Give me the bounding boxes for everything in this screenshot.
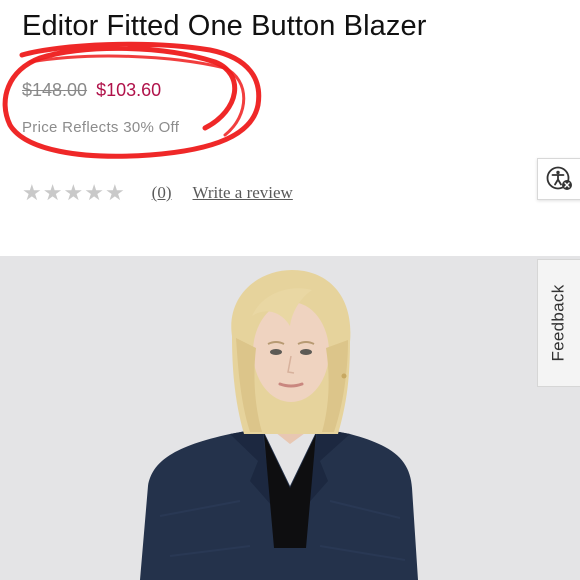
sale-price: $103.60 xyxy=(96,80,162,100)
model-photo xyxy=(0,256,580,580)
feedback-label: Feedback xyxy=(549,284,568,362)
star-icon: ★ xyxy=(63,180,84,205)
original-price: $148.00 xyxy=(22,80,88,100)
price-row: $148.00 $103.60 xyxy=(22,80,161,101)
star-icon: ★ xyxy=(22,180,42,205)
discount-note: Price Reflects 30% Off xyxy=(22,119,180,136)
accessibility-person-icon xyxy=(546,166,572,190)
star-icon: ★ xyxy=(104,180,125,205)
review-count-link[interactable]: (0) xyxy=(152,183,172,203)
product-title: Editor Fitted One Button Blazer xyxy=(22,10,427,42)
star-rating[interactable]: ★ ★ ★ ★ ★ xyxy=(22,182,125,204)
accessibility-button[interactable] xyxy=(537,158,580,200)
star-icon: ★ xyxy=(42,180,63,205)
write-review-link[interactable]: Write a review xyxy=(193,183,293,203)
feedback-tab[interactable]: Feedback xyxy=(537,259,580,387)
star-icon: ★ xyxy=(84,180,104,205)
product-page: Editor Fitted One Button Blazer $148.00 … xyxy=(0,0,580,580)
product-model-image[interactable] xyxy=(0,256,580,580)
rating-row: ★ ★ ★ ★ ★ (0) Write a review xyxy=(22,180,293,206)
